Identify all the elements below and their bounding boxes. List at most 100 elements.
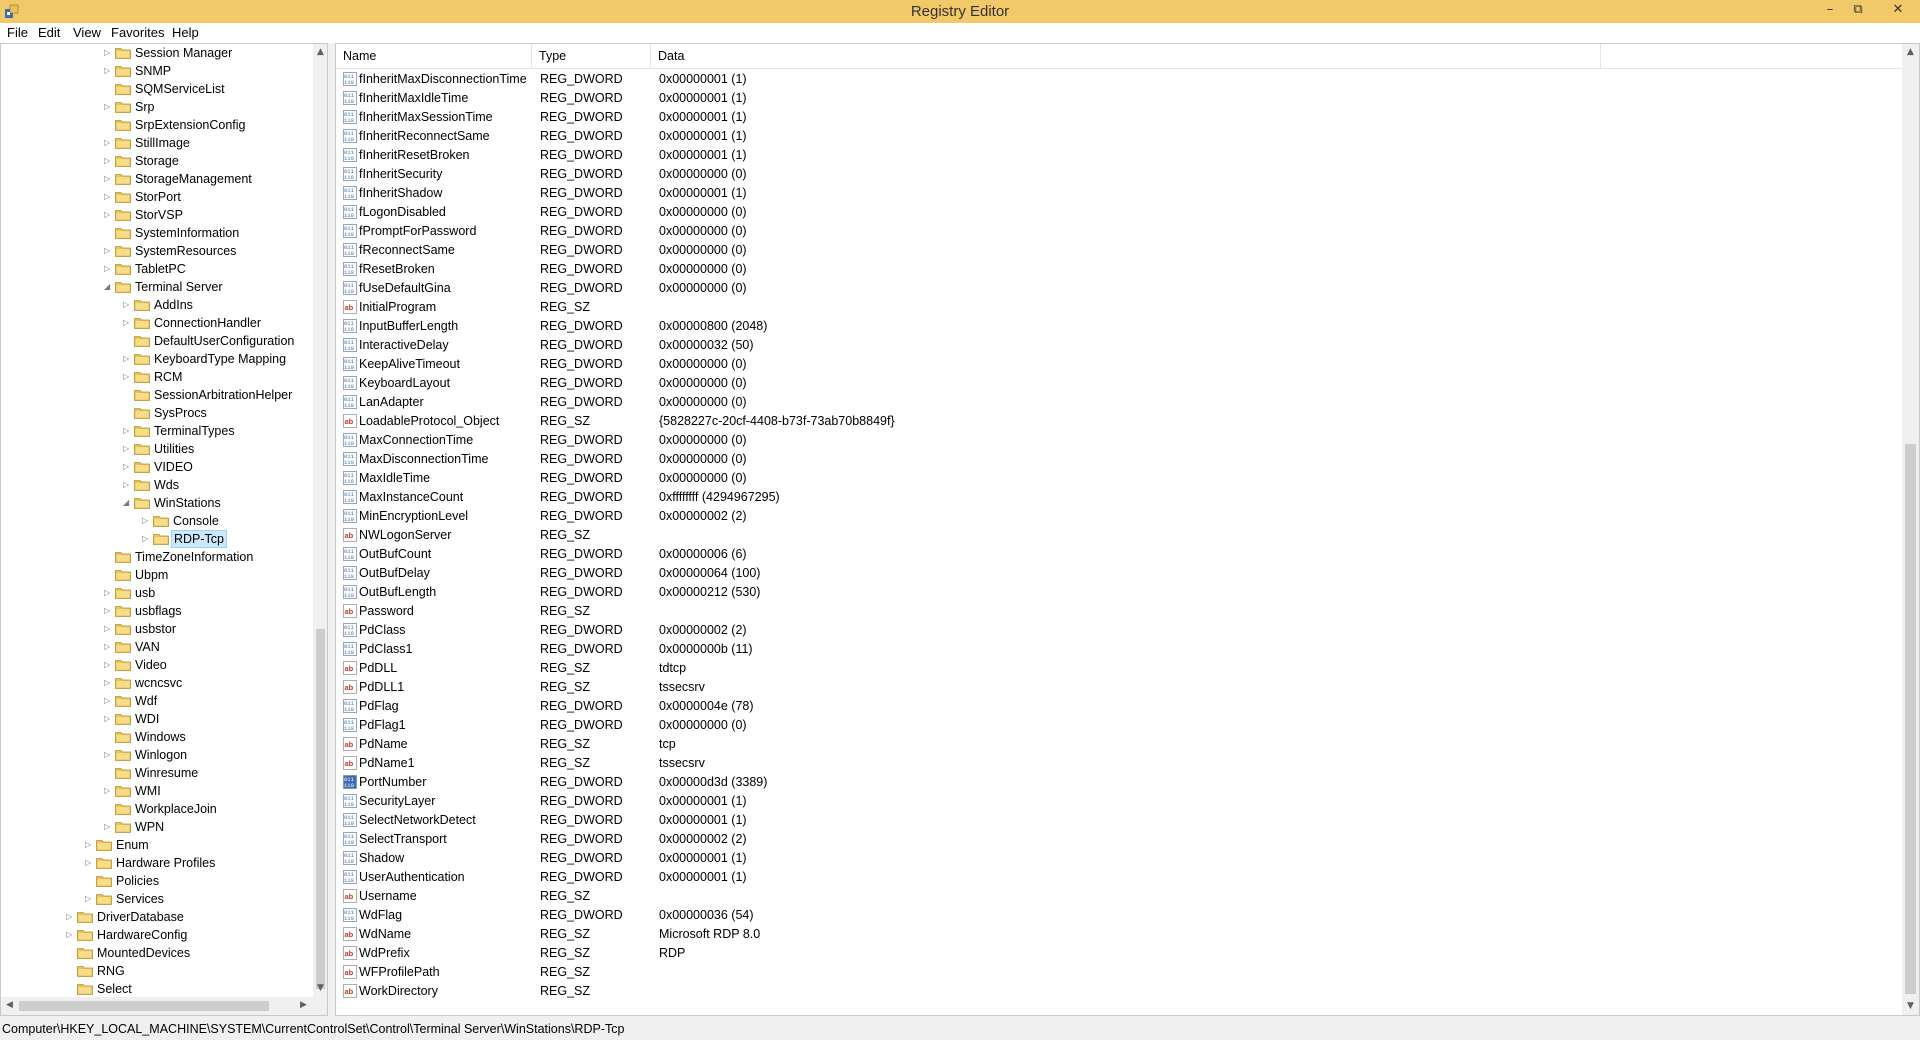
list-item[interactable]: ab LoadableProtocol_Object REG_SZ {5828227c… (336, 412, 1902, 431)
list-item[interactable]: 011 110 MinEncryptionLevel REG_DWORD 0x00000… (336, 507, 1902, 526)
tree-item[interactable]: ▷ VAN (1, 638, 313, 656)
tree-item[interactable]: MountedDevices (1, 944, 313, 962)
scroll-left-arrow-icon[interactable]: ◀ (1, 997, 18, 1014)
expand-arrow-icon[interactable]: ▷ (104, 674, 113, 692)
list-item[interactable]: ab PdDLL REG_SZ tdtcp (336, 659, 1902, 678)
expand-arrow-icon[interactable]: ▷ (104, 692, 113, 710)
tree-item[interactable]: Windows (1, 728, 313, 746)
list-item[interactable]: 011 110 KeyboardLayout REG_DWORD 0x00000000 … (336, 374, 1902, 393)
expand-arrow-icon[interactable]: ▷ (123, 476, 132, 494)
tree-item[interactable]: ▷ Hardware Profiles (1, 854, 313, 872)
list-item[interactable]: 011 110 fInheritMaxDisconnectionTime REG_DW… (336, 70, 1902, 89)
list-vertical-scrollbar[interactable]: ▲ ▼ (1902, 44, 1919, 1015)
expand-arrow-icon[interactable]: ▷ (123, 422, 132, 440)
tree-item[interactable]: ▷ usbstor (1, 620, 313, 638)
tree-item[interactable]: ▷ WMI (1, 782, 313, 800)
tree-item[interactable]: DefaultUserConfiguration (1, 332, 313, 350)
tree-item[interactable]: SystemInformation (1, 224, 313, 242)
tree-item[interactable]: ▷ Winlogon (1, 746, 313, 764)
list-item[interactable]: ab Password REG_SZ (336, 602, 1902, 621)
scroll-up-arrow-icon[interactable]: ▲ (1902, 44, 1919, 61)
expand-arrow-icon[interactable]: ▷ (104, 710, 113, 728)
expand-arrow-icon[interactable]: ▷ (104, 62, 113, 80)
expand-arrow-icon[interactable]: ▷ (104, 188, 113, 206)
expand-arrow-icon[interactable]: ▷ (104, 170, 113, 188)
expand-arrow-icon[interactable]: ▷ (104, 98, 113, 116)
tree-item[interactable]: Policies (1, 872, 313, 890)
list-item[interactable]: ab WdPrefix REG_SZ RDP (336, 944, 1902, 963)
scroll-right-arrow-icon[interactable]: ▶ (295, 997, 312, 1014)
list-item[interactable]: 011 110 MaxDisconnectionTime REG_DWORD 0x000… (336, 450, 1902, 469)
expand-arrow-icon[interactable]: ▷ (104, 746, 113, 764)
column-header-data[interactable]: Data (651, 44, 1601, 69)
list-item[interactable]: ab PdName1 REG_SZ tssecsrv (336, 754, 1902, 773)
list-item[interactable]: ab PdName REG_SZ tcp (336, 735, 1902, 754)
expand-arrow-icon[interactable]: ▷ (104, 206, 113, 224)
list-item[interactable]: 011 110 MaxConnectionTime REG_DWORD 0x000000… (336, 431, 1902, 450)
tree-item[interactable]: ▷ SystemResources (1, 242, 313, 260)
tree-item[interactable]: SQMServiceList (1, 80, 313, 98)
menu-view[interactable]: View (73, 25, 101, 40)
list-item[interactable]: 011 110 UserAuthentication REG_DWORD 0x00000… (336, 868, 1902, 887)
tree-item[interactable]: ▷ Services (1, 890, 313, 908)
tree-item[interactable]: ▷ TabletPC (1, 260, 313, 278)
expand-arrow-icon[interactable]: ▷ (123, 440, 132, 458)
list-item[interactable]: 011 110 fInheritMaxSessionTime REG_DWORD 0x0… (336, 108, 1902, 127)
tree-item[interactable]: TimeZoneInformation (1, 548, 313, 566)
menu-file[interactable]: File (7, 25, 28, 40)
list-item[interactable]: ab PdDLL1 REG_SZ tssecsrv (336, 678, 1902, 697)
expand-arrow-icon[interactable]: ▷ (104, 638, 113, 656)
minimize-button[interactable]: – (1816, 0, 1844, 21)
tree-item[interactable]: ▷ StorageManagement (1, 170, 313, 188)
list-item[interactable]: 011 110 PdClass REG_DWORD 0x00000002 (2) (336, 621, 1902, 640)
tree-item[interactable]: ▷ Video (1, 656, 313, 674)
list-item[interactable]: 011 110 OutBufLength REG_DWORD 0x00000212 (5… (336, 583, 1902, 602)
column-header-type[interactable]: Type (532, 44, 651, 69)
list-item[interactable]: 011 110 fUseDefaultGina REG_DWORD 0x00000000… (336, 279, 1902, 298)
list-item[interactable]: 011 110 fPromptForPassword REG_DWORD 0x00000… (336, 222, 1902, 241)
expand-arrow-icon[interactable]: ▷ (66, 908, 75, 926)
tree-hscroll-thumb[interactable] (19, 1001, 269, 1011)
expand-arrow-icon[interactable]: ▷ (123, 296, 132, 314)
expand-arrow-icon[interactable]: ▷ (123, 368, 132, 386)
list-item[interactable]: 011 110 fInheritMaxIdleTime REG_DWORD 0x0000… (336, 89, 1902, 108)
tree-vertical-scrollbar[interactable]: ▲ ▼ (312, 44, 327, 997)
list-item[interactable]: 011 110 KeepAliveTimeout REG_DWORD 0x0000000… (336, 355, 1902, 374)
list-item[interactable]: 011 110 MaxInstanceCount REG_DWORD 0xfffffff… (336, 488, 1902, 507)
list-item[interactable]: 011 110 WdFlag REG_DWORD 0x00000036 (54) (336, 906, 1902, 925)
tree-horizontal-scrollbar[interactable]: ◀ ▶ (1, 997, 327, 1015)
tree-item[interactable]: ◢ WinStations (1, 494, 313, 512)
list-item[interactable]: 011 110 PdClass1 REG_DWORD 0x0000000b (11) (336, 640, 1902, 659)
collapse-arrow-icon[interactable]: ◢ (123, 494, 132, 512)
tree-item[interactable]: ▷ AddIns (1, 296, 313, 314)
expand-arrow-icon[interactable]: ▷ (104, 134, 113, 152)
expand-arrow-icon[interactable]: ▷ (104, 620, 113, 638)
registry-values-list[interactable]: Name Type Data 011 110 fInheritMaxDisconne… (335, 43, 1920, 1016)
tree-item[interactable]: SessionArbitrationHelper (1, 386, 313, 404)
tree-item[interactable]: RNG (1, 962, 313, 980)
tree-item[interactable]: ▷ VIDEO (1, 458, 313, 476)
expand-arrow-icon[interactable]: ▷ (142, 512, 151, 530)
list-item[interactable]: 011 110 PdFlag1 REG_DWORD 0x00000000 (0) (336, 716, 1902, 735)
scroll-down-arrow-icon[interactable]: ▼ (312, 980, 327, 997)
tree-item[interactable]: ▷ SNMP (1, 62, 313, 80)
expand-arrow-icon[interactable]: ▷ (104, 242, 113, 260)
tree-vscroll-thumb[interactable] (316, 629, 325, 989)
list-item[interactable]: ab Username REG_SZ (336, 887, 1902, 906)
menu-help[interactable]: Help (172, 25, 199, 40)
expand-arrow-icon[interactable]: ▷ (104, 584, 113, 602)
list-item[interactable]: ab WFProfilePath REG_SZ (336, 963, 1902, 982)
expand-arrow-icon[interactable]: ▷ (104, 260, 113, 278)
menu-edit[interactable]: Edit (38, 25, 60, 40)
list-item[interactable]: 011 110 SecurityLayer REG_DWORD 0x00000001 (… (336, 792, 1902, 811)
list-item[interactable]: 011 110 fReconnectSame REG_DWORD 0x00000000 … (336, 241, 1902, 260)
tree-item[interactable]: SysProcs (1, 404, 313, 422)
scroll-down-arrow-icon[interactable]: ▼ (1902, 998, 1919, 1015)
list-item[interactable]: 011 110 fResetBroken REG_DWORD 0x00000000 (0… (336, 260, 1902, 279)
expand-arrow-icon[interactable]: ▷ (104, 818, 113, 836)
list-item[interactable]: ab NWLogonServer REG_SZ (336, 526, 1902, 545)
expand-arrow-icon[interactable]: ▷ (104, 44, 113, 62)
tree-item[interactable]: ▷ DriverDatabase (1, 908, 313, 926)
expand-arrow-icon[interactable]: ▷ (123, 314, 132, 332)
list-item[interactable]: 011 110 SelectNetworkDetect REG_DWORD 0x0000… (336, 811, 1902, 830)
